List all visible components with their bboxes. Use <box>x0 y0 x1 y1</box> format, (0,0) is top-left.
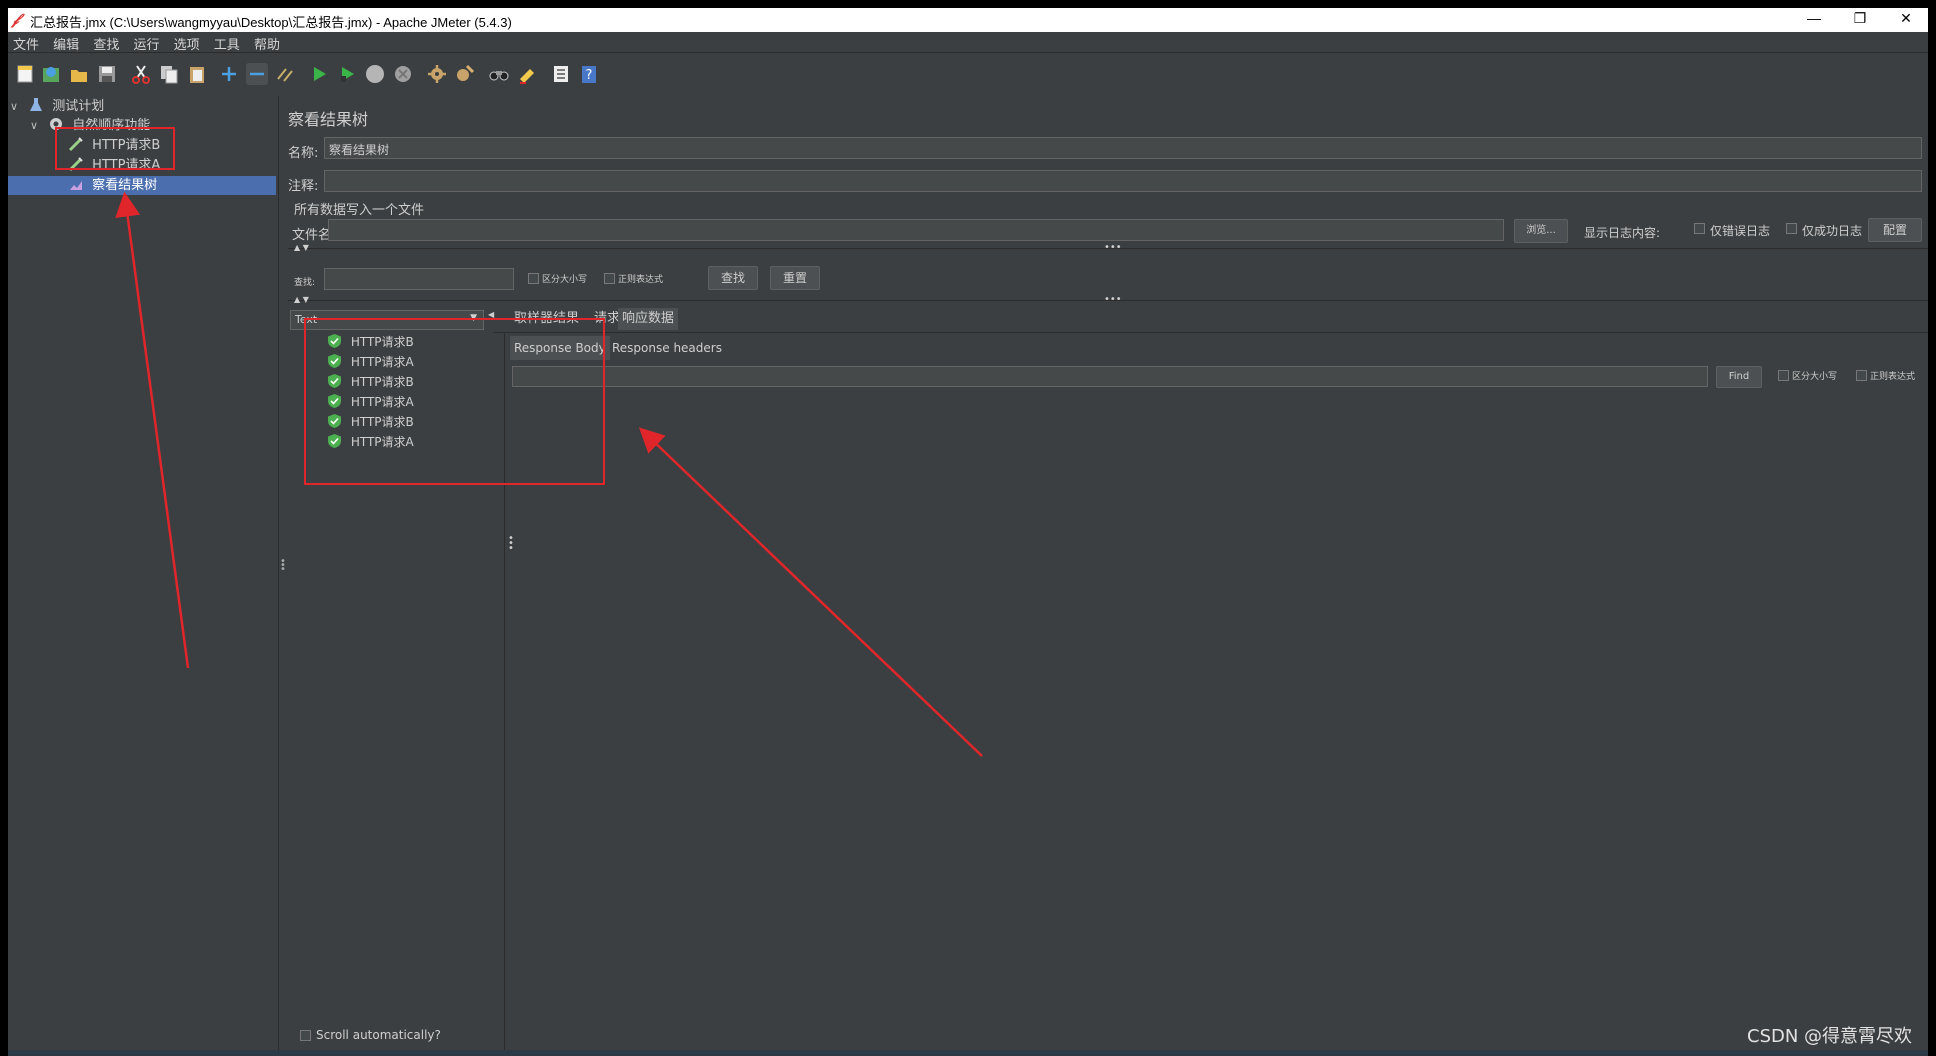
clear-all-icon[interactable] <box>454 63 476 85</box>
splitter-dots-icon[interactable]: ••• <box>1104 294 1122 305</box>
comment-field[interactable] <box>324 170 1922 192</box>
menu-options[interactable]: 选项 <box>169 32 205 55</box>
menu-edit[interactable]: 编辑 <box>48 32 84 55</box>
response-case-label: 区分大小写 <box>1792 372 1838 382</box>
chevron-down-icon[interactable]: ∨ <box>30 116 44 136</box>
subtab-response-headers[interactable]: Response headers <box>608 336 726 360</box>
annotation-box-tree <box>55 127 175 170</box>
paste-icon[interactable] <box>186 63 208 85</box>
tab-response-data[interactable]: 响应数据 <box>618 308 679 330</box>
csdn-watermark: CSDN @得意霄尽欢 <box>1747 1026 1913 1047</box>
collapse-arrows-icon[interactable]: ▲ ▼ <box>294 295 309 304</box>
menu-file[interactable]: 文件 <box>8 32 44 55</box>
view-results-tree-panel: 察看结果树 名称: 察看结果树 注释: 所有数据写入一个文件 文件名 浏览...… <box>288 96 1928 1056</box>
tree-label-view-results-tree: 察看结果树 <box>92 178 158 193</box>
templates-icon[interactable] <box>40 63 62 85</box>
test-plan-tree: ∨ 测试计划 ∨ 自然顺序功能 HTTP请求B HTTP请求A 察看结果树 <box>8 96 279 1056</box>
success-only-checkbox[interactable] <box>1786 223 1797 234</box>
annotation-box-results <box>304 318 605 485</box>
find-button[interactable]: 查找 <box>708 266 758 290</box>
restore-button[interactable]: ❐ <box>1840 10 1880 30</box>
reset-button[interactable]: 重置 <box>770 266 820 290</box>
name-label: 名称: <box>288 146 319 161</box>
jmeter-window: 𝒻 汇总报告.jmx (C:\Users\wangmyyau\Desktop\汇… <box>8 8 1928 1056</box>
divider <box>494 332 1928 333</box>
menu-bar: 文件 编辑 查找 运行 选项 工具 帮助 <box>8 32 1928 53</box>
stop-icon[interactable] <box>364 63 386 85</box>
response-find-input[interactable] <box>512 366 1708 387</box>
menu-run[interactable]: 运行 <box>128 32 164 55</box>
browse-button[interactable]: 浏览... <box>1514 219 1568 243</box>
log-content-label: 显示日志内容: <box>1584 226 1661 240</box>
menu-search[interactable]: 查找 <box>88 32 124 55</box>
comment-label: 注释: <box>288 179 319 194</box>
cut-icon[interactable] <box>130 63 152 85</box>
flask-icon <box>28 97 44 113</box>
collapse-arrows-icon[interactable]: ▲ ▼ <box>294 243 309 252</box>
tree-node-view-results-tree[interactable]: 察看结果树 <box>68 176 157 196</box>
splitter-handle[interactable]: • • • <box>508 534 514 554</box>
clear-icon[interactable] <box>426 63 448 85</box>
function-helper-icon[interactable] <box>550 63 572 85</box>
response-regex-checkbox[interactable] <box>1856 370 1867 381</box>
title-bar: 𝒻 汇总报告.jmx (C:\Users\wangmyyau\Desktop\汇… <box>8 8 1928 32</box>
jmeter-app-icon: 𝒻 <box>12 11 19 28</box>
collapse-icon[interactable] <box>246 63 268 85</box>
search-regex-checkbox[interactable] <box>604 273 615 284</box>
reset-search-icon[interactable] <box>516 63 538 85</box>
start-icon[interactable] <box>308 63 330 85</box>
open-icon[interactable] <box>68 63 90 85</box>
response-case-checkbox[interactable] <box>1778 370 1789 381</box>
save-icon[interactable] <box>96 63 118 85</box>
errors-only-checkbox[interactable] <box>1694 223 1705 234</box>
response-find-button[interactable]: Find <box>1716 366 1762 388</box>
search-input[interactable] <box>324 268 514 290</box>
search-label: 查找: <box>294 278 316 288</box>
file-section-title: 所有数据写入一个文件 <box>294 203 425 218</box>
expand-icon[interactable] <box>218 63 240 85</box>
filename-label: 文件名 <box>292 228 332 243</box>
configure-button[interactable]: 配置 <box>1868 218 1922 242</box>
tree-label-test-plan: 测试计划 <box>52 99 105 114</box>
svg-text:?: ? <box>586 68 593 83</box>
splitter-dots-icon[interactable]: ••• <box>1104 242 1122 253</box>
help-icon[interactable]: ? <box>578 63 600 85</box>
errors-only-label: 仅错误日志 <box>1710 224 1771 238</box>
response-regex-label: 正则表达式 <box>1870 372 1916 382</box>
search-regex-label: 正则表达式 <box>618 275 664 285</box>
tree-node-test-plan[interactable]: ∨ 测试计划 <box>10 97 104 117</box>
chevron-down-icon[interactable]: ∨ <box>10 97 24 117</box>
menu-help[interactable]: 帮助 <box>249 32 285 55</box>
panel-title: 察看结果树 <box>288 110 369 129</box>
window-title: 汇总报告.jmx (C:\Users\wangmyyau\Desktop\汇总报… <box>30 15 512 30</box>
search-case-checkbox[interactable] <box>528 273 539 284</box>
minimize-button[interactable]: — <box>1794 10 1834 30</box>
close-button[interactable]: ✕ <box>1886 10 1926 30</box>
toolbar: ? <box>8 53 1928 93</box>
success-only-label: 仅成功日志 <box>1802 224 1863 238</box>
shutdown-icon[interactable] <box>392 63 414 85</box>
toggle-icon[interactable] <box>274 63 296 85</box>
filename-field[interactable] <box>328 219 1504 241</box>
splitter-handle[interactable]: • • • <box>280 557 286 575</box>
name-field[interactable]: 察看结果树 <box>324 137 1922 159</box>
search-icon[interactable] <box>488 63 510 85</box>
start-no-pause-icon[interactable] <box>336 63 358 85</box>
chart-icon <box>68 176 84 192</box>
menu-tools[interactable]: 工具 <box>209 32 245 55</box>
new-icon[interactable] <box>14 63 36 85</box>
search-case-label: 区分大小写 <box>542 275 588 285</box>
copy-icon[interactable] <box>158 63 180 85</box>
taskbar-strip <box>8 1050 1928 1056</box>
